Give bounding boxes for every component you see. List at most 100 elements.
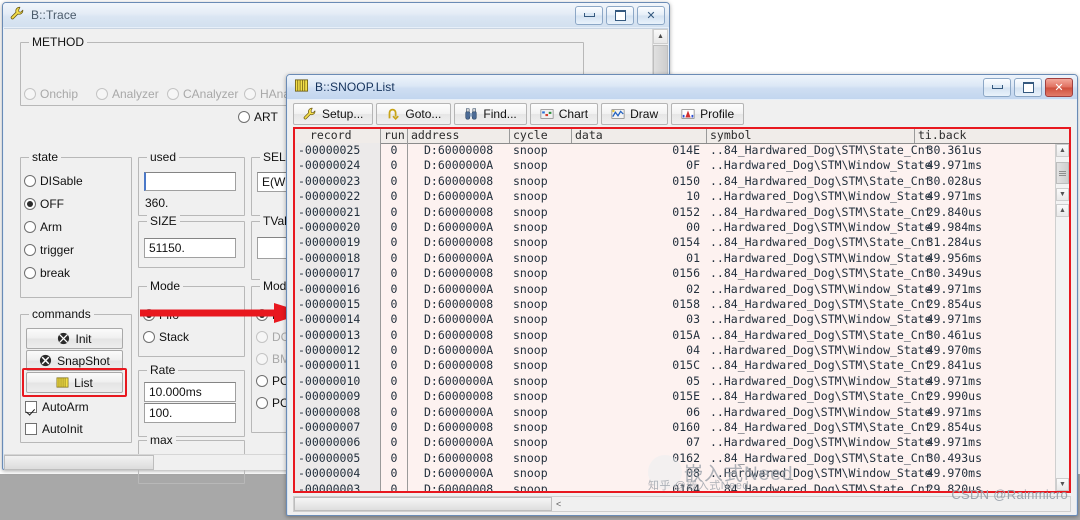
snoop-rows[interactable]: -00000025 0 D:60000008 snoop 014E ..84_Hardwa… <box>294 143 1070 492</box>
cell-record: -00000011 <box>298 358 361 373</box>
cell-record: -00000018 <box>298 250 361 265</box>
radio-mode-fifo[interactable]: Fifo <box>143 308 179 322</box>
table-row[interactable]: -00000008 0 D:6000000A snoop 06 ..Hardwared_D… <box>294 405 1070 420</box>
radio-dot <box>24 198 36 210</box>
size-field[interactable]: 51150. <box>144 238 236 258</box>
table-row[interactable]: -00000017 0 D:60000008 snoop 0156 ..84_Hardwa… <box>294 266 1070 281</box>
toolbar-setup-button[interactable]: Setup... <box>293 102 374 125</box>
scroll-thumb[interactable] <box>1056 162 1069 184</box>
scroll-thumb[interactable] <box>294 497 552 511</box>
radio-method-canalyzer[interactable]: CAnalyzer <box>167 87 238 101</box>
radio-label: trigger <box>40 243 75 257</box>
radio-state-off[interactable]: OFF <box>24 197 64 211</box>
table-row[interactable]: -00000023 0 D:60000008 snoop 0150 ..84_Hardwa… <box>294 174 1070 189</box>
cell-run: 0 <box>390 235 398 250</box>
wrench-icon <box>303 107 317 121</box>
cell-data: 0156 <box>672 266 700 281</box>
toolbar-profile-button[interactable]: Profile <box>671 102 745 125</box>
commands-legend: commands <box>29 307 94 321</box>
snoop-list-area[interactable]: record run address cycle data symbol ti.… <box>293 127 1071 493</box>
radio-state-break[interactable]: break <box>24 266 70 280</box>
table-row[interactable]: -00000024 0 D:6000000A snoop 0F ..Hardwared_D… <box>294 158 1070 173</box>
init-button[interactable]: Init <box>26 328 123 349</box>
table-row[interactable]: -00000006 0 D:6000000A snoop 07 ..Hardwared_D… <box>294 435 1070 450</box>
cell-tiback: 29.841us <box>926 358 982 373</box>
snoop-titlebar[interactable]: B::SNOOP.List ✕ <box>287 75 1077 99</box>
maximize-button[interactable] <box>606 5 634 25</box>
radio-mode2-bm[interactable]: BM <box>256 352 290 366</box>
table-row[interactable]: -00000007 0 D:60000008 snoop 0160 ..84_Hardwa… <box>294 420 1070 435</box>
table-row[interactable]: -00000004 0 D:6000000A snoop 08 ..Hardwared_D… <box>294 466 1070 481</box>
scroll-up-arrow-lower[interactable]: ▲ <box>1056 204 1069 217</box>
minimize-button[interactable] <box>575 5 603 25</box>
close-button[interactable]: ✕ <box>1045 77 1073 97</box>
radio-label: Analyzer <box>112 87 159 101</box>
radio-label: ART <box>254 110 278 124</box>
toolbar-find-button[interactable]: Find... <box>454 102 527 125</box>
scroll-left-arrow[interactable]: < <box>556 498 561 511</box>
trace-titlebar[interactable]: B::Trace ✕ <box>3 3 669 27</box>
radio-state-trigger[interactable]: trigger <box>24 243 74 257</box>
used-field[interactable] <box>144 172 236 191</box>
radio-state-arm[interactable]: Arm <box>24 220 62 234</box>
maximize-button[interactable] <box>1014 77 1042 97</box>
rate-field-time[interactable]: 10.000ms <box>144 382 236 402</box>
list-vertical-scrollbar[interactable]: ▲ ▼ ▲ ▼ <box>1055 144 1069 491</box>
cell-address: D:6000000A <box>424 312 494 327</box>
radio-mode-stack[interactable]: Stack <box>143 330 189 344</box>
cell-symbol: ..Hardwared_Dog\STM\Window_State <box>710 404 932 419</box>
cell-symbol: ..Hardwared_Dog\STM\Window_State <box>710 373 932 388</box>
radio-mode2-memory[interactable]: Me <box>256 308 289 322</box>
cell-cycle: snoop <box>513 204 548 219</box>
toolbar-draw-button[interactable]: Draw <box>601 102 669 125</box>
column-header-record: record <box>310 128 352 142</box>
table-row[interactable]: -00000016 0 D:6000000A snoop 02 ..Hardwared_D… <box>294 282 1070 297</box>
cell-data: 02 <box>686 281 700 296</box>
radio-mode2-pc1[interactable]: PC <box>256 374 289 388</box>
cell-tiback: 30.361us <box>926 143 982 157</box>
close-button[interactable]: ✕ <box>637 5 665 25</box>
cell-address: D:6000000A <box>424 281 494 296</box>
scroll-down-arrow-mid[interactable]: ▼ <box>1056 188 1069 201</box>
cell-data: 00 <box>686 219 700 234</box>
table-row[interactable]: -00000015 0 D:60000008 snoop 0158 ..84_Hardwa… <box>294 297 1070 312</box>
table-row[interactable]: -00000022 0 D:6000000A snoop 10 ..Hardwared_D… <box>294 189 1070 204</box>
radio-label: break <box>40 266 71 280</box>
cell-run: 0 <box>390 158 398 173</box>
table-row[interactable]: -00000009 0 D:60000008 snoop 015E ..84_Hardwa… <box>294 389 1070 404</box>
table-row[interactable]: -00000012 0 D:6000000A snoop 04 ..Hardwared_D… <box>294 343 1070 358</box>
radio-state-disable[interactable]: DISable <box>24 174 83 188</box>
radio-method-onchip[interactable]: Onchip <box>24 87 78 101</box>
table-row[interactable]: -00000010 0 D:6000000A snoop 05 ..Hardwared_D… <box>294 374 1070 389</box>
radio-method-art[interactable]: ART <box>238 110 278 124</box>
table-row[interactable]: -00000005 0 D:60000008 snoop 0162 ..84_Hardwa… <box>294 451 1070 466</box>
toolbar-goto-button[interactable]: Goto... <box>376 102 452 125</box>
table-row[interactable]: -00000021 0 D:60000008 snoop 0152 ..84_Hardwa… <box>294 205 1070 220</box>
cell-run: 0 <box>390 266 398 281</box>
minimize-button[interactable] <box>983 77 1011 97</box>
toolbar-chart-button[interactable]: Chart <box>529 102 599 125</box>
radio-dot <box>256 375 268 387</box>
snoop-rows-container[interactable]: -00000025 0 D:60000008 snoop 014E ..84_Hardwa… <box>294 143 1070 492</box>
cell-record: -00000019 <box>298 235 361 250</box>
scroll-thumb[interactable] <box>4 455 154 470</box>
radio-mode2-pc2[interactable]: PC <box>256 396 289 410</box>
table-row[interactable]: -00000013 0 D:60000008 snoop 015A ..84_Hardwa… <box>294 328 1070 343</box>
cell-record: -00000015 <box>298 296 361 311</box>
scroll-up-arrow[interactable]: ▲ <box>1056 144 1069 157</box>
checkbox-autoinit[interactable]: AutoInit <box>25 422 83 436</box>
scroll-up-arrow[interactable]: ▲ <box>653 29 668 44</box>
table-row[interactable]: -00000020 0 D:6000000A snoop 00 ..Hardwared_D… <box>294 220 1070 235</box>
radio-mode2-dc[interactable]: DC <box>256 330 289 344</box>
table-row[interactable]: -00000014 0 D:6000000A snoop 03 ..Hardwared_D… <box>294 312 1070 327</box>
cell-record: -00000004 <box>298 466 361 481</box>
rate-field-count[interactable]: 100. <box>144 403 236 423</box>
table-row[interactable]: -00000018 0 D:6000000A snoop 01 ..Hardwared_D… <box>294 251 1070 266</box>
table-row[interactable]: -00000019 0 D:60000008 snoop 0154 ..84_Hardwa… <box>294 235 1070 250</box>
table-row[interactable]: -00000025 0 D:60000008 snoop 014E ..84_Hardwa… <box>294 143 1070 158</box>
radio-method-analyzer[interactable]: Analyzer <box>96 87 159 101</box>
column-header-cycle: cycle <box>513 128 548 142</box>
cell-run: 0 <box>390 312 398 327</box>
checkbox-autoarm[interactable]: AutoArm <box>25 400 89 414</box>
table-row[interactable]: -00000011 0 D:60000008 snoop 015C ..84_Hardwa… <box>294 358 1070 373</box>
